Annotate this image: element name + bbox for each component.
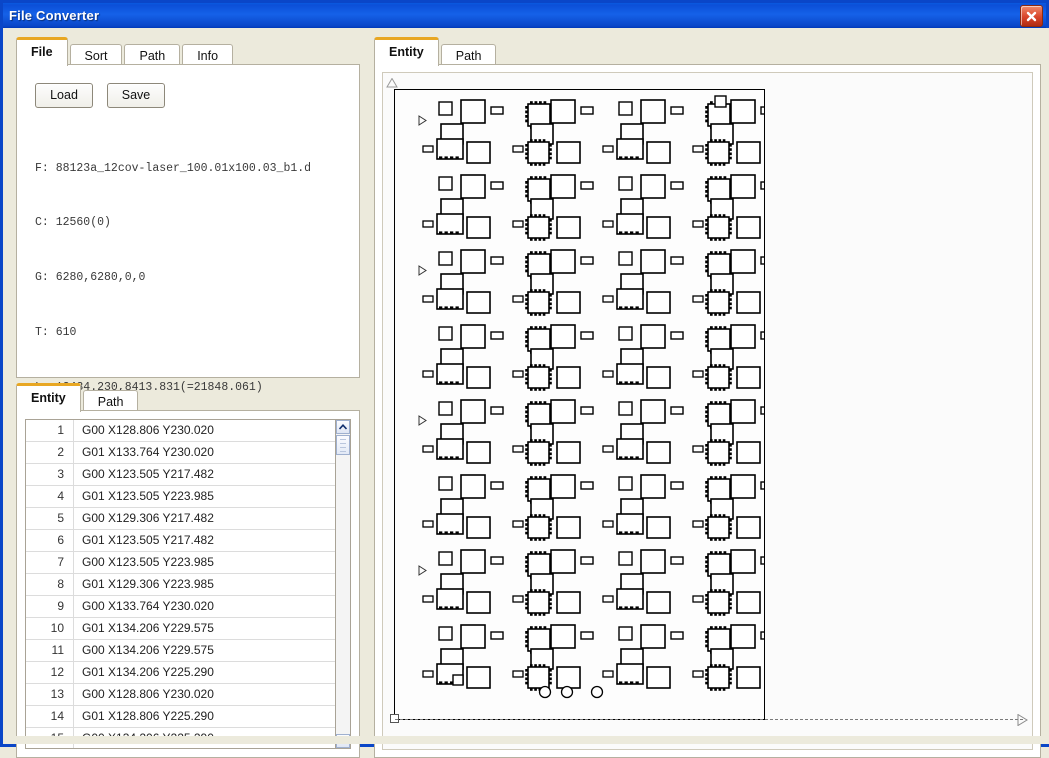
app-window: File Converter File Sort Path Info Load … [0, 0, 1049, 758]
pcb-layout-graphic [418, 95, 764, 699]
row-index: 13 [26, 684, 74, 705]
load-button[interactable]: Load [35, 83, 93, 108]
table-row[interactable]: 2 G01 X133.764 Y230.020 [26, 442, 337, 464]
tab-file[interactable]: File [16, 37, 68, 66]
scroll-thumb[interactable] [336, 435, 350, 455]
row-gcode: G01 X134.206 Y229.575 [82, 621, 214, 635]
file-info-line-c: C: 12560(0) [35, 216, 111, 230]
tab-canvas-entity[interactable]: Entity [374, 37, 439, 66]
row-gcode: G00 X133.764 Y230.020 [82, 599, 214, 613]
canvas-tabstrip: Entity Path [374, 37, 498, 68]
table-row[interactable]: 11 G00 X134.206 Y229.575 [26, 640, 337, 662]
save-button[interactable]: Save [107, 83, 165, 108]
entity-list-panel: 1 G00 X128.806 Y230.020 2 G01 X133.764 Y230… [16, 410, 360, 758]
file-panel: Load Save F: 88123a_12cov-laser_100.01x1… [16, 64, 360, 394]
row-gcode: G00 X123.505 Y223.985 [82, 555, 214, 569]
row-gcode: G00 X129.306 Y217.482 [82, 511, 214, 525]
client-area: File Sort Path Info Load Save F: 88123a_… [6, 28, 1049, 758]
tab-entity-list[interactable]: Entity [16, 383, 81, 412]
close-button[interactable] [1020, 5, 1043, 27]
table-row[interactable]: 13 G00 X128.806 Y230.020 [26, 684, 337, 706]
row-index: 11 [26, 640, 74, 661]
close-x-icon [1026, 11, 1037, 21]
entity-list-scrollbar[interactable] [335, 419, 351, 749]
row-index: 12 [26, 662, 74, 683]
file-info-line-t: T: 610 [35, 326, 77, 340]
row-gcode: G01 X128.806 Y225.290 [82, 709, 214, 723]
table-row[interactable]: 14 G01 X128.806 Y225.290 [26, 706, 337, 728]
pan-up-arrow-icon [386, 78, 398, 88]
table-row[interactable]: 5 G00 X129.306 Y217.482 [26, 508, 337, 530]
row-gcode: G01 X133.764 Y230.020 [82, 445, 214, 459]
row-gcode: G00 X128.806 Y230.020 [82, 423, 214, 437]
pan-right-arrow-icon [1017, 714, 1028, 726]
row-index: 14 [26, 706, 74, 727]
row-index: 5 [26, 508, 74, 529]
row-index: 1 [26, 420, 74, 441]
row-gcode: G01 X134.206 Y225.290 [82, 665, 214, 679]
file-tabstrip: File Sort Path Info [16, 37, 235, 68]
row-gcode: G01 X123.505 Y223.985 [82, 489, 214, 503]
entity-list[interactable]: 1 G00 X128.806 Y230.020 2 G01 X133.764 Y230… [25, 419, 338, 749]
table-row[interactable]: 8 G01 X129.306 Y223.985 [26, 574, 337, 596]
table-row[interactable]: 4 G01 X123.505 Y223.985 [26, 486, 337, 508]
row-index: 7 [26, 552, 74, 573]
table-row[interactable]: 7 G00 X123.505 Y223.985 [26, 552, 337, 574]
row-gcode: G01 X129.306 Y223.985 [82, 577, 214, 591]
table-row[interactable]: 6 G01 X123.505 Y217.482 [26, 530, 337, 552]
table-row[interactable]: 12 G01 X134.206 Y225.290 [26, 662, 337, 684]
table-row[interactable]: 10 G01 X134.206 Y229.575 [26, 618, 337, 640]
file-button-row: Load Save [35, 83, 165, 108]
table-row[interactable]: 1 G00 X128.806 Y230.020 [26, 420, 337, 442]
table-row[interactable]: 9 G00 X133.764 Y230.020 [26, 596, 337, 618]
chevron-up-icon [339, 424, 347, 430]
row-gcode: G00 X134.206 Y229.575 [82, 643, 214, 657]
row-index: 2 [26, 442, 74, 463]
file-info-line-f: F: 88123a_12cov-laser_100.01x100.03_b1.d [35, 161, 312, 175]
row-gcode: G00 X123.505 Y217.482 [82, 467, 214, 481]
row-index: 6 [26, 530, 74, 551]
window-title: File Converter [9, 8, 100, 23]
table-row[interactable]: 3 G00 X123.505 Y217.482 [26, 464, 337, 486]
row-index: 9 [26, 596, 74, 617]
row-index: 8 [26, 574, 74, 595]
drawing-canvas[interactable] [382, 72, 1033, 750]
row-gcode: G01 X123.505 Y217.482 [82, 533, 214, 547]
row-index: 3 [26, 464, 74, 485]
row-index: 4 [26, 486, 74, 507]
row-index: 10 [26, 618, 74, 639]
row-gcode: G00 X128.806 Y230.020 [82, 687, 214, 701]
guide-dashed-line [395, 719, 1023, 721]
work-area-outline [394, 89, 765, 720]
title-bar: File Converter [3, 3, 1046, 28]
scroll-up-button[interactable] [336, 420, 350, 434]
canvas-panel [374, 64, 1041, 758]
bottom-strip [6, 736, 1049, 744]
entity-tabstrip: Entity Path [16, 383, 140, 414]
file-info-line-g: G: 6280,6280,0,0 [35, 271, 146, 285]
